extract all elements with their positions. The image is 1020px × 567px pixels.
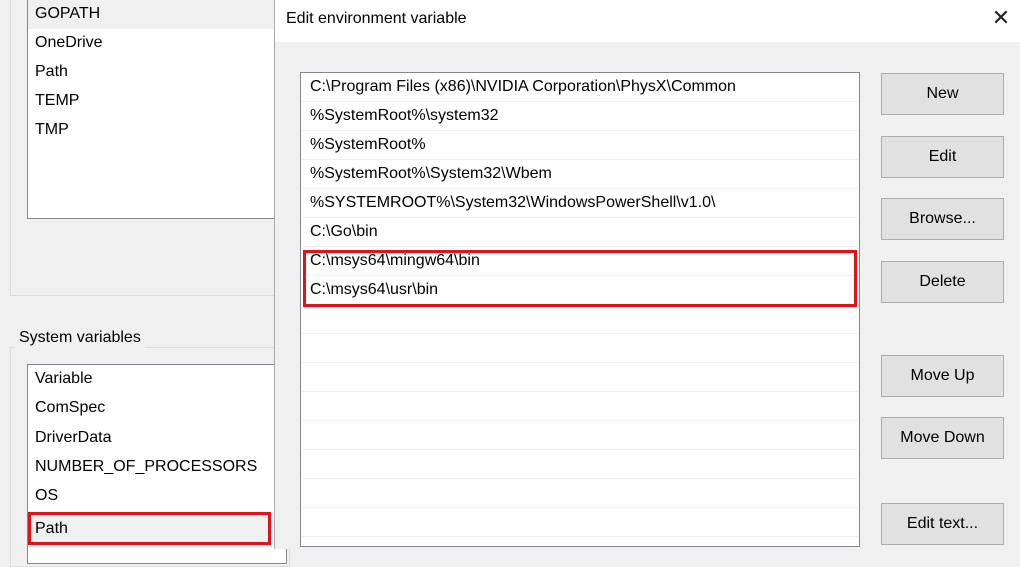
list-item[interactable]: GOPATH — [28, 0, 286, 29]
list-item[interactable]: C:\Go\bin — [302, 218, 858, 247]
list-item[interactable]: Path — [28, 58, 286, 87]
list-item[interactable]: ComSpec — [28, 394, 286, 423]
move-down-button[interactable]: Move Down — [881, 417, 1004, 459]
list-item[interactable]: DriverData — [28, 424, 286, 453]
edit-environment-variable-dialog: Edit environment variable ✕ C:\Program F… — [274, 0, 1020, 549]
path-entries-list[interactable]: C:\Program Files (x86)\NVIDIA Corporatio… — [300, 72, 860, 547]
list-item[interactable]: TEMP — [28, 87, 286, 116]
column-header-variable[interactable]: Variable — [28, 365, 286, 394]
empty-row[interactable] — [302, 450, 858, 479]
list-item[interactable]: %SYSTEMROOT%\System32\WindowsPowerShell\… — [302, 189, 858, 218]
list-item[interactable]: TMP — [28, 116, 286, 145]
list-item[interactable]: %SystemRoot%\System32\Wbem — [302, 160, 858, 189]
empty-row[interactable] — [302, 421, 858, 450]
system-variables-label: System variables — [15, 328, 145, 348]
move-up-button[interactable]: Move Up — [881, 355, 1004, 397]
empty-row[interactable] — [302, 508, 858, 537]
user-variables-list[interactable]: GOPATH OneDrive Path TEMP TMP — [27, 0, 287, 219]
highlight-box — [303, 250, 857, 307]
list-item[interactable]: OS — [28, 482, 286, 511]
empty-row[interactable] — [302, 363, 858, 392]
empty-row[interactable] — [302, 334, 858, 363]
edit-text-button[interactable]: Edit text... — [881, 503, 1004, 545]
edit-button[interactable]: Edit — [881, 136, 1004, 178]
empty-row[interactable] — [302, 479, 858, 508]
list-item[interactable]: %SystemRoot%\system32 — [302, 102, 858, 131]
dialog-title: Edit environment variable — [286, 10, 467, 27]
list-item[interactable]: OneDrive — [28, 29, 286, 58]
title-bar: Edit environment variable ✕ — [275, 0, 1020, 42]
delete-button[interactable]: Delete — [881, 261, 1004, 303]
list-item[interactable]: C:\Program Files (x86)\NVIDIA Corporatio… — [302, 73, 858, 102]
list-item[interactable]: %SystemRoot% — [302, 131, 858, 160]
close-icon[interactable]: ✕ — [989, 6, 1013, 30]
empty-row[interactable] — [302, 392, 858, 421]
browse-button[interactable]: Browse... — [881, 198, 1004, 240]
empty-row[interactable] — [302, 537, 858, 546]
empty-row[interactable] — [302, 305, 858, 334]
list-item[interactable]: NUMBER_OF_PROCESSORS — [28, 453, 286, 482]
selected-path-variable[interactable]: Path — [28, 512, 271, 545]
new-button[interactable]: New — [881, 73, 1004, 115]
